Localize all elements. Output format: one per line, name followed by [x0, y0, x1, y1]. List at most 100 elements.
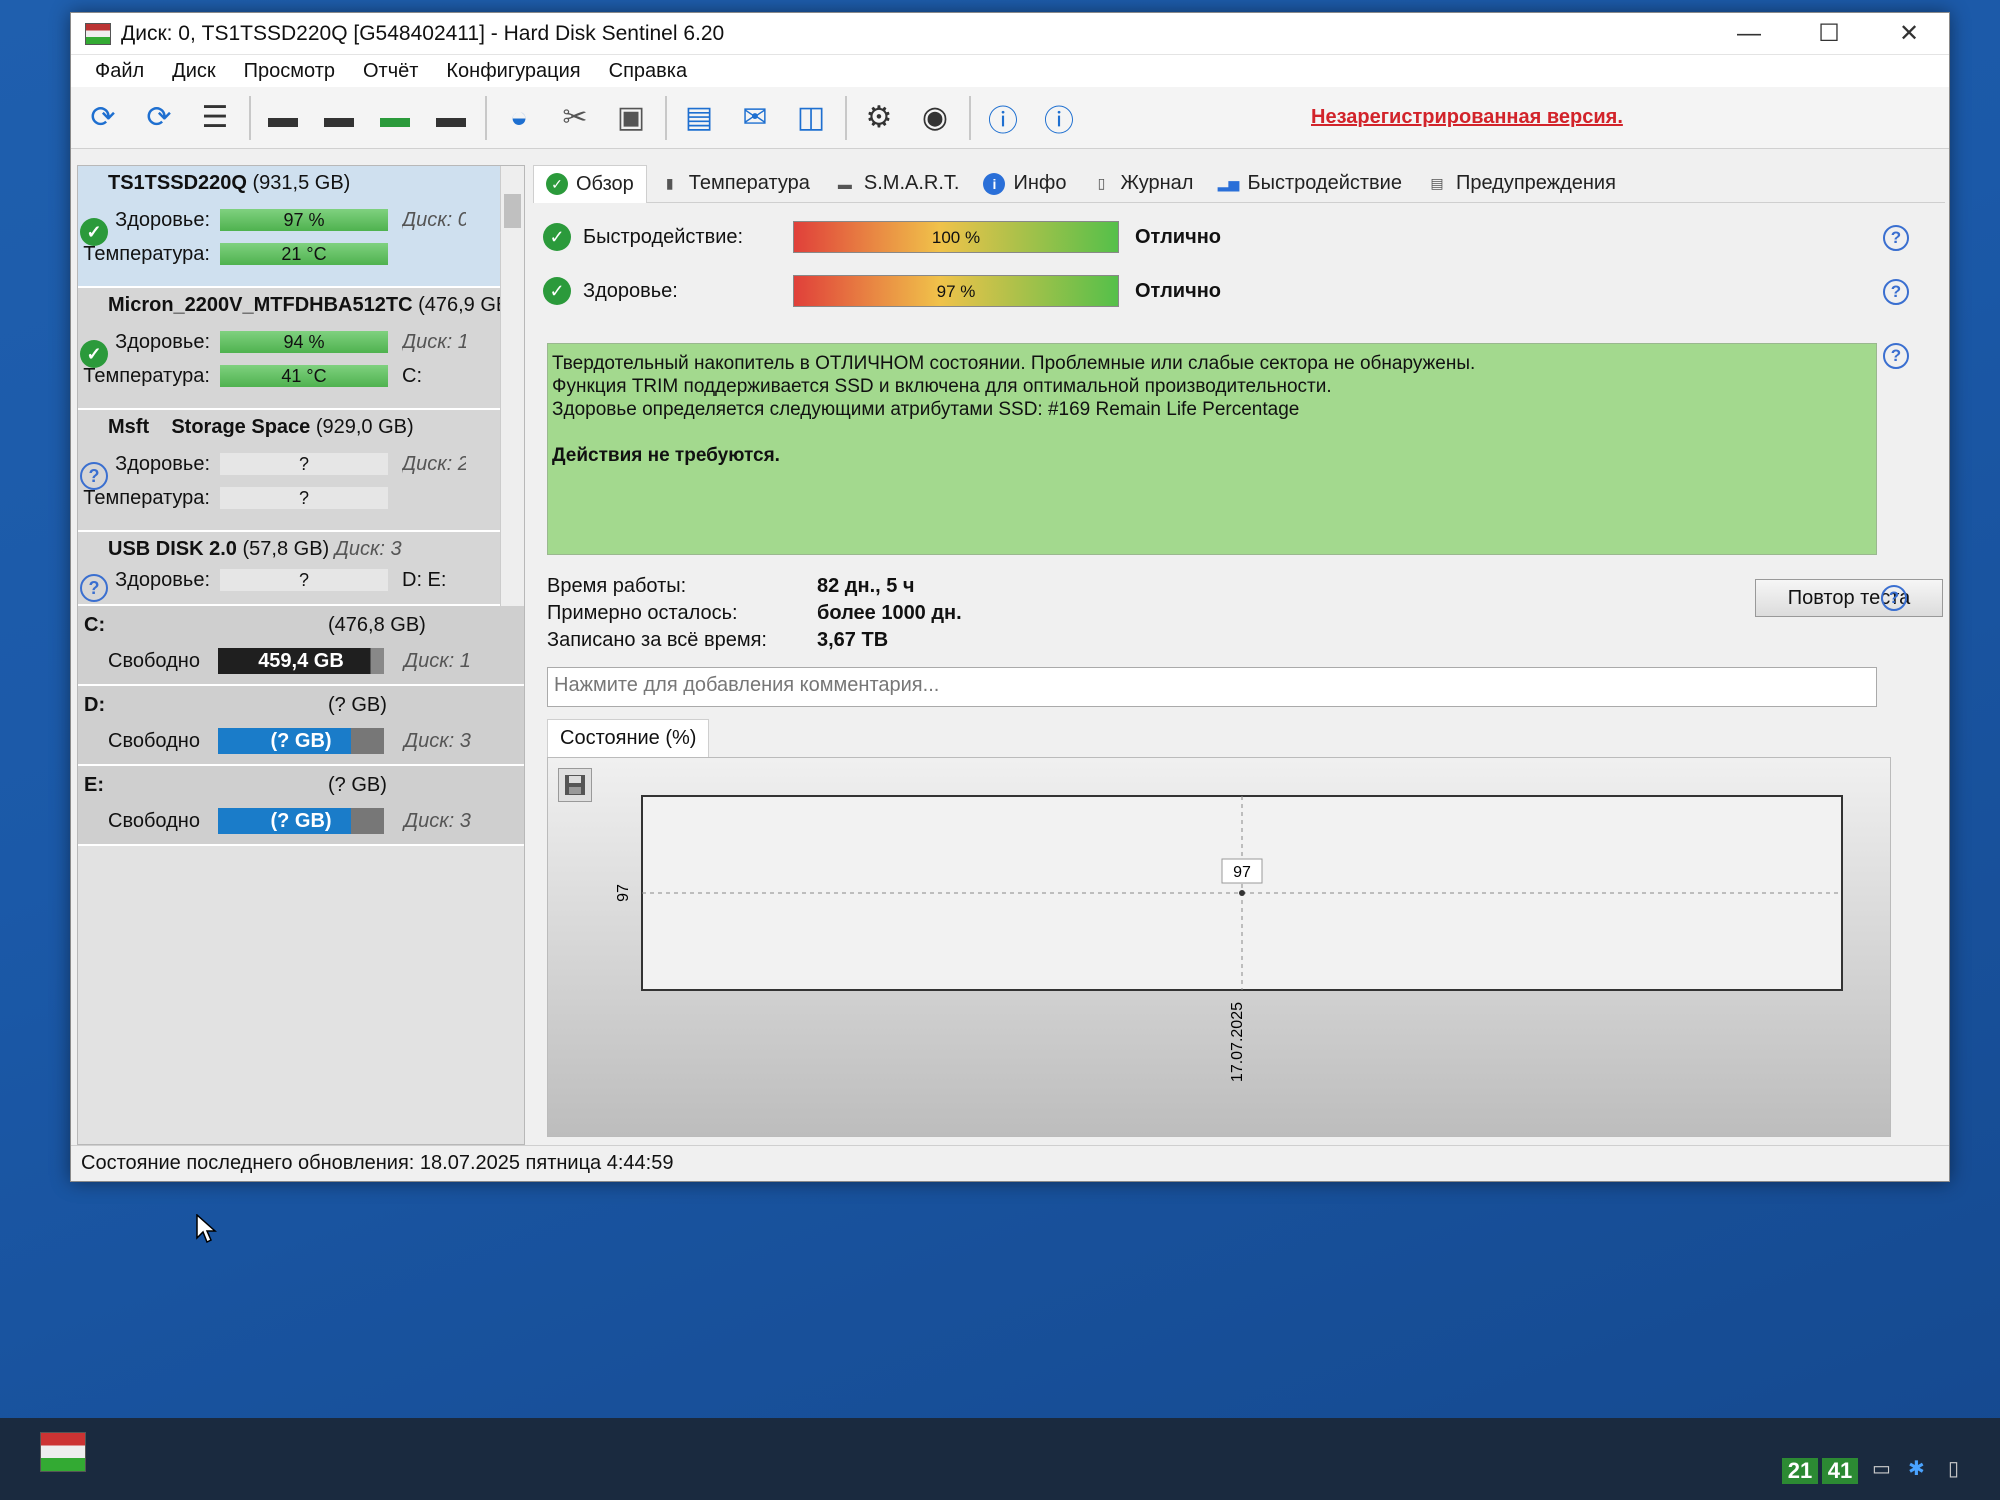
disk-schedule-icon[interactable]: ▬: [315, 94, 363, 142]
volume-item[interactable]: E: (? GB) Свободно (? GB) Диск: 3: [78, 766, 524, 846]
disk-list: TS1TSSD220Q (931,5 GB) ✓ Здоровье: 97 % Ди…: [78, 166, 524, 606]
disk-item[interactable]: Msft Storage Space (929,0 GB) ? Здоровье…: [78, 410, 524, 532]
volume-size: (476,8 GB): [328, 614, 426, 636]
tab-warnings[interactable]: ▤ Предупреждения: [1414, 165, 1628, 203]
clock-minutes: 41: [1822, 1458, 1858, 1484]
tab-performance[interactable]: ▂▅ Быстродействие: [1205, 165, 1414, 203]
scrollbar-thumb[interactable]: [504, 194, 521, 228]
disk-size: (476,9 GB): [418, 294, 508, 316]
health-bar: 97 %: [793, 275, 1119, 307]
title-bar: Диск: 0, TS1TSSD220Q [G548402411] - Hard…: [71, 13, 1949, 55]
taskbar-app-icon[interactable]: [40, 1432, 86, 1472]
chart-icon: ▂▅: [1217, 175, 1240, 191]
check-icon: ✓: [543, 277, 571, 305]
menu-view[interactable]: Просмотр: [230, 60, 349, 83]
sound-icon[interactable]: ◉: [911, 94, 959, 142]
health-bar: 94 %: [220, 331, 388, 353]
disk-test-icon[interactable]: ▬: [259, 94, 307, 142]
tab-smart[interactable]: ▬ S.M.A.R.T.: [822, 165, 972, 203]
remaining-label: Примерно осталось:: [547, 602, 738, 624]
disk-list-scrollbar[interactable]: [500, 166, 524, 606]
disk-item[interactable]: TS1TSSD220Q (931,5 GB) ✓ Здоровье: 97 % Ди…: [78, 166, 524, 288]
tab-log[interactable]: ▯ Журнал: [1078, 165, 1205, 203]
tab-label: Инфо: [1013, 172, 1067, 194]
uptime-value: 82 дн., 5 ч: [817, 575, 915, 597]
status-bar: Состояние последнего обновления: 18.07.2…: [71, 1145, 1949, 1181]
disk-ok-icon[interactable]: ▬: [371, 94, 419, 142]
disk-size: (929,0 GB): [315, 416, 414, 438]
help-icon[interactable]: ?: [1883, 343, 1909, 369]
unregistered-link[interactable]: Незарегистрированная версия.: [1311, 106, 1623, 129]
email-icon[interactable]: ✉: [731, 94, 779, 142]
bluetooth-icon[interactable]: ✱: [1908, 1456, 1925, 1481]
help-icon[interactable]: ?: [1883, 225, 1909, 251]
tab-info[interactable]: i Инфо: [971, 165, 1078, 203]
gear-icon[interactable]: ⚙: [855, 94, 903, 142]
temp-bar: ?: [220, 487, 388, 509]
question-icon: ?: [80, 574, 108, 602]
menu-file[interactable]: Файл: [81, 60, 158, 83]
menu-report[interactable]: Отчёт: [349, 60, 432, 83]
refresh-warning-icon[interactable]: ⟳: [135, 94, 183, 142]
help-icon[interactable]: ?: [1883, 279, 1909, 305]
minimize-button[interactable]: —: [1709, 13, 1789, 54]
info-icon[interactable]: ⓘ: [1035, 94, 1083, 142]
menu-help[interactable]: Справка: [595, 60, 701, 83]
thermometer-icon: ▮: [665, 175, 674, 191]
summary-line: Здоровье определяется следующими атрибут…: [552, 399, 1300, 420]
list-icon[interactable]: ☰: [191, 94, 239, 142]
tab-label: Температура: [688, 172, 810, 194]
comment-field[interactable]: Нажмите для добавления комментария...: [547, 667, 1877, 707]
tab-bar: ✓ Обзор ▮ Температура ▬ S.M.A.R.T. i Инфо ▯ Ж…: [533, 164, 1945, 203]
disk-item[interactable]: USB DISK 2.0 (57,8 GB) Диск: 3 ? Здоровь…: [78, 532, 524, 606]
network-icon[interactable]: ▭: [1872, 1456, 1891, 1481]
report-icon[interactable]: ▤: [675, 94, 723, 142]
menu-bar: Файл Диск Просмотр Отчёт Конфигурация Сп…: [71, 55, 1949, 87]
free-label: Свободно: [108, 810, 200, 832]
volume-item[interactable]: C: (476,8 GB) Свободно 459,4 GB Диск: 1: [78, 606, 524, 686]
temp-bar: 21 °C: [220, 243, 388, 265]
tools-icon[interactable]: ✂: [551, 94, 599, 142]
disk-search-icon[interactable]: ▬: [427, 94, 475, 142]
volume-disk: Диск: 1: [404, 650, 471, 672]
graph-panel: 97 17.07.2025 97: [547, 757, 1891, 1137]
retest-button[interactable]: Повтор теста: [1755, 579, 1943, 617]
written-label: Записано за всё время:: [547, 629, 767, 651]
disk-size: (931,5 GB): [252, 172, 351, 194]
toolbar-separator: [485, 95, 487, 140]
disk-item[interactable]: Micron_2200V_MTFDHBA512TC (476,9 GB) ✓ З…: [78, 288, 524, 410]
network-icon[interactable]: ◫: [787, 94, 835, 142]
x-tick-label: 17.07.2025: [1229, 1002, 1246, 1082]
menu-disk[interactable]: Диск: [158, 60, 229, 83]
tab-overview[interactable]: ✓ Обзор: [533, 164, 647, 203]
refresh-icon[interactable]: ⟳: [79, 94, 127, 142]
volume-letter: D:: [84, 694, 106, 716]
health-bar: ?: [220, 569, 388, 591]
volume-letter: C:: [84, 614, 106, 636]
tab-temperature[interactable]: ▮ Температура: [647, 165, 822, 203]
globe-icon[interactable]: ◒: [495, 94, 543, 142]
usb-icon[interactable]: ▯: [1948, 1456, 1959, 1481]
window-title: Диск: 0, TS1TSSD220Q [G548402411] - Hard…: [121, 21, 725, 45]
tab-label: Обзор: [576, 172, 634, 195]
toolbar-separator: [845, 95, 847, 140]
free-label: Свободно: [108, 650, 200, 672]
menu-config[interactable]: Конфигурация: [432, 60, 594, 83]
summary-line: Твердотельный накопитель в ОТЛИЧНОМ сост…: [552, 353, 1476, 374]
tab-health-graph[interactable]: Состояние (%): [547, 719, 710, 757]
tab-label: Предупреждения: [1455, 172, 1616, 194]
volume-item[interactable]: D: (? GB) Свободно (? GB) Диск: 3: [78, 686, 524, 766]
temp-label: Температура:: [83, 242, 210, 265]
maximize-button[interactable]: ☐: [1789, 13, 1869, 54]
close-button[interactable]: ✕: [1869, 13, 1949, 54]
disk-icon: ▬: [837, 175, 852, 192]
help-icon[interactable]: ⓘ: [979, 94, 1027, 142]
clock-hours: 21: [1782, 1458, 1818, 1484]
check-icon: ✓: [546, 173, 568, 195]
backup-icon[interactable]: ▣: [607, 94, 655, 142]
app-icon: [85, 22, 111, 45]
help-icon[interactable]: ?: [1881, 585, 1907, 611]
volume-letter: E:: [84, 774, 104, 796]
health-chart: 97 17.07.2025 97: [615, 795, 1843, 1082]
question-icon: ?: [80, 462, 108, 490]
